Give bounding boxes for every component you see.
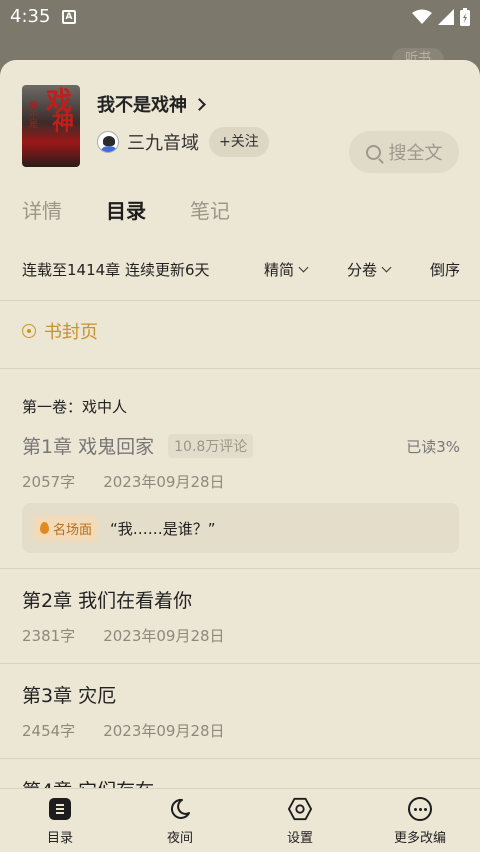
volume-filter[interactable]: 分卷 [347,259,392,280]
author-row: 三九音域 +关注 [97,127,269,157]
bottom-nav: 目录 夜间 设置 更多改编 [0,788,480,852]
nav-settings-label: 设置 [286,831,313,846]
divider [0,300,480,301]
chapter-meta: 2454字 2023年09月28日 [22,720,460,741]
tab-toc[interactable]: 目录 [106,195,146,224]
toc-toolbar: 连载至1414章 连续更新6天 精简 分卷 倒序 [22,256,460,282]
settings-hex-icon [288,797,312,821]
divider [0,568,480,569]
chapter-item[interactable]: 第2章 我们在看着你 2381字 2023年09月28日 [22,586,460,646]
chapter-item[interactable]: 第3章 灾厄 2454字 2023年09月28日 [22,681,460,741]
divider [0,368,480,369]
order-label: 倒序 [429,261,460,279]
chapter-word-count: 2454字 [22,722,76,740]
chapter-date: 2023年09月28日 [103,627,225,645]
chevron-down-icon [381,262,392,273]
update-info: 连载至1414章 连续更新6天 [22,261,210,279]
divider [0,663,480,664]
wifi-icon [412,9,432,24]
chapter-date: 2023年09月28日 [103,722,225,740]
flame-icon [40,522,49,534]
chapter-word-count: 2057字 [22,473,76,491]
simplify-label: 精简 [264,261,295,279]
nav-toc-label: 目录 [46,831,73,846]
comment-count-badge[interactable]: 10.8万评论 [168,433,254,458]
chapter-title: 第3章 灾厄 [22,685,117,707]
fulltext-search-button[interactable]: 搜全文 [349,131,459,173]
author-name[interactable]: 三九音域 [127,129,199,155]
toc-sheet: 我不是 戏 神 我不是戏神 三九音域 +关注 搜全文 详情 目录 笔记 连载至1… [0,60,480,852]
toc-icon [48,797,72,821]
cover-text-sub: 神 [52,111,75,136]
simplify-filter[interactable]: 精简 [264,259,309,280]
nav-more-adaptations[interactable]: 更多改编 [360,789,480,852]
chapter-word-count: 2381字 [22,627,76,645]
volume-label: 分卷 [347,261,378,279]
status-icons [412,8,470,26]
more-icon [408,797,432,821]
chevron-down-icon [298,262,309,273]
app-notification-icon: A [62,10,76,24]
search-icon [365,144,381,160]
chapter-title-row: 第1章 戏鬼回家 10.8万评论 [22,432,460,459]
target-icon [22,324,36,338]
book-title: 我不是戏神 [97,95,187,116]
chapter-title-row: 第3章 灾厄 [22,681,460,708]
signal-icon [438,9,454,25]
tab-notes[interactable]: 笔记 [190,195,230,224]
follow-button[interactable]: +关注 [209,127,269,157]
chapter-title: 第2章 我们在看着你 [22,590,193,612]
cover-text-side: 我不是 [27,101,37,128]
status-time: 4:35 [10,6,51,27]
cover-page-link[interactable]: 书封页 [22,318,98,344]
tab-details[interactable]: 详情 [22,195,62,224]
search-label: 搜全文 [388,143,443,164]
status-bar: 4:35 A [0,0,480,34]
nav-more-label: 更多改编 [393,831,446,846]
battery-icon [460,8,470,26]
moon-icon [168,797,192,821]
order-toggle[interactable]: 倒序 [430,259,460,280]
nav-settings[interactable]: 设置 [240,789,360,852]
book-title-link[interactable]: 我不是戏神 [97,91,206,117]
nav-toc[interactable]: 目录 [0,789,120,852]
chapter-meta: 2381字 2023年09月28日 [22,625,460,646]
nav-night-label: 夜间 [166,831,193,846]
chapter-title: 第1章 戏鬼回家 [22,436,155,458]
chevron-right-icon [193,97,206,111]
famous-scene-badge: 名场面 [34,515,99,541]
cover-page-label: 书封页 [44,322,98,343]
author-avatar[interactable] [97,131,119,153]
famous-scene-card[interactable]: 名场面 “我……是谁？” [22,503,459,553]
volume-title: 第一卷：戏中人 [22,398,128,416]
famous-scene-label: 名场面 [53,522,93,538]
chapter-meta: 2057字 2023年09月28日 [22,471,460,492]
read-progress: 已读3% [406,438,460,456]
nav-night-mode[interactable]: 夜间 [120,789,240,852]
chapter-date: 2023年09月28日 [103,473,225,491]
book-cover[interactable]: 我不是 戏 神 [22,85,80,167]
chapter-item[interactable]: 第1章 戏鬼回家 10.8万评论 已读3% 2057字 2023年09月28日 [22,432,460,492]
chapter-title-row: 第2章 我们在看着你 [22,586,460,613]
tab-bar: 详情 目录 笔记 [22,195,230,224]
divider [0,758,480,759]
scene-quote: “我……是谁？” [110,519,216,538]
